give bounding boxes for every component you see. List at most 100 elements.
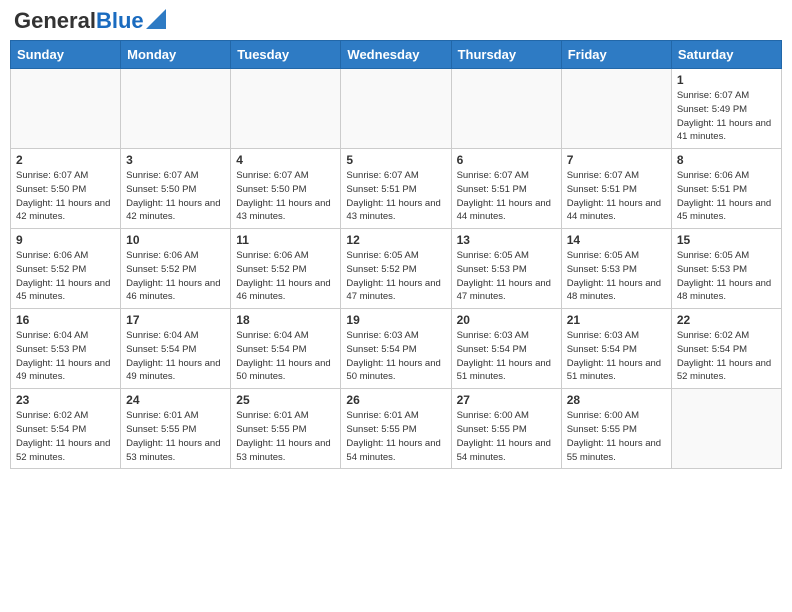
calendar-cell: 9 Sunrise: 6:06 AM Sunset: 5:52 PM Daylig… bbox=[11, 229, 121, 309]
day-info: Sunrise: 6:04 AM Sunset: 5:54 PM Dayligh… bbox=[236, 329, 335, 384]
day-number: 19 bbox=[346, 313, 445, 327]
day-info: Sunrise: 6:01 AM Sunset: 5:55 PM Dayligh… bbox=[126, 409, 225, 464]
day-number: 23 bbox=[16, 393, 115, 407]
calendar-cell: 21 Sunrise: 6:03 AM Sunset: 5:54 PM Dayli… bbox=[561, 309, 671, 389]
day-number: 1 bbox=[677, 73, 776, 87]
day-info: Sunrise: 6:06 AM Sunset: 5:52 PM Dayligh… bbox=[236, 249, 335, 304]
day-number: 8 bbox=[677, 153, 776, 167]
calendar-cell: 20 Sunrise: 6:03 AM Sunset: 5:54 PM Dayli… bbox=[451, 309, 561, 389]
day-number: 27 bbox=[457, 393, 556, 407]
weekday-header-thursday: Thursday bbox=[451, 41, 561, 69]
day-info: Sunrise: 6:02 AM Sunset: 5:54 PM Dayligh… bbox=[677, 329, 776, 384]
calendar-cell: 13Sunrise: 6:05 AM Sunset: 5:53 PM Dayli… bbox=[451, 229, 561, 309]
calendar-cell: 22 Sunrise: 6:02 AM Sunset: 5:54 PM Dayli… bbox=[671, 309, 781, 389]
day-info: Sunrise: 6:06 AM Sunset: 5:52 PM Dayligh… bbox=[16, 249, 115, 304]
day-info: Sunrise: 6:04 AM Sunset: 5:53 PM Dayligh… bbox=[16, 329, 115, 384]
day-info: Sunrise: 6:05 AM Sunset: 5:53 PM Dayligh… bbox=[677, 249, 776, 304]
day-number: 20 bbox=[457, 313, 556, 327]
day-number: 2 bbox=[16, 153, 115, 167]
day-info: Sunrise: 6:07 AM Sunset: 5:50 PM Dayligh… bbox=[126, 169, 225, 224]
day-info: Sunrise: 6:06 AM Sunset: 5:51 PM Dayligh… bbox=[677, 169, 776, 224]
day-number: 11 bbox=[236, 233, 335, 247]
calendar-cell: 14Sunrise: 6:05 AM Sunset: 5:53 PM Dayli… bbox=[561, 229, 671, 309]
weekday-header-tuesday: Tuesday bbox=[231, 41, 341, 69]
day-info: Sunrise: 6:07 AM Sunset: 5:51 PM Dayligh… bbox=[567, 169, 666, 224]
weekday-header-friday: Friday bbox=[561, 41, 671, 69]
calendar-cell: 7 Sunrise: 6:07 AM Sunset: 5:51 PM Daylig… bbox=[561, 149, 671, 229]
day-info: Sunrise: 6:01 AM Sunset: 5:55 PM Dayligh… bbox=[236, 409, 335, 464]
logo-general: General bbox=[14, 8, 96, 33]
calendar-week-row: 1 Sunrise: 6:07 AM Sunset: 5:49 PM Daylig… bbox=[11, 69, 782, 149]
logo-triangle-icon bbox=[146, 9, 166, 29]
day-info: Sunrise: 6:00 AM Sunset: 5:55 PM Dayligh… bbox=[457, 409, 556, 464]
calendar-cell: 19Sunrise: 6:03 AM Sunset: 5:54 PM Dayli… bbox=[341, 309, 451, 389]
calendar-cell: 8 Sunrise: 6:06 AM Sunset: 5:51 PM Daylig… bbox=[671, 149, 781, 229]
day-number: 10 bbox=[126, 233, 225, 247]
day-number: 7 bbox=[567, 153, 666, 167]
day-info: Sunrise: 6:03 AM Sunset: 5:54 PM Dayligh… bbox=[457, 329, 556, 384]
day-number: 16 bbox=[16, 313, 115, 327]
day-number: 9 bbox=[16, 233, 115, 247]
calendar-cell: 2Sunrise: 6:07 AM Sunset: 5:50 PM Daylig… bbox=[11, 149, 121, 229]
weekday-header-row: SundayMondayTuesdayWednesdayThursdayFrid… bbox=[11, 41, 782, 69]
day-number: 3 bbox=[126, 153, 225, 167]
calendar-cell: 11 Sunrise: 6:06 AM Sunset: 5:52 PM Dayli… bbox=[231, 229, 341, 309]
calendar-cell: 26 Sunrise: 6:01 AM Sunset: 5:55 PM Dayli… bbox=[341, 389, 451, 469]
weekday-header-saturday: Saturday bbox=[671, 41, 781, 69]
calendar-cell: 24Sunrise: 6:01 AM Sunset: 5:55 PM Dayli… bbox=[121, 389, 231, 469]
day-number: 25 bbox=[236, 393, 335, 407]
day-info: Sunrise: 6:03 AM Sunset: 5:54 PM Dayligh… bbox=[567, 329, 666, 384]
calendar-cell bbox=[451, 69, 561, 149]
calendar-cell bbox=[341, 69, 451, 149]
calendar-cell bbox=[671, 389, 781, 469]
weekday-header-monday: Monday bbox=[121, 41, 231, 69]
day-number: 21 bbox=[567, 313, 666, 327]
weekday-header-sunday: Sunday bbox=[11, 41, 121, 69]
calendar-cell bbox=[121, 69, 231, 149]
day-info: Sunrise: 6:04 AM Sunset: 5:54 PM Dayligh… bbox=[126, 329, 225, 384]
page-header: GeneralBlue bbox=[10, 10, 782, 32]
day-number: 18 bbox=[236, 313, 335, 327]
day-number: 15 bbox=[677, 233, 776, 247]
calendar-week-row: 23 Sunrise: 6:02 AM Sunset: 5:54 PM Dayli… bbox=[11, 389, 782, 469]
calendar-week-row: 2 Sunrise: 6:07 AM Sunset: 5:50 PM Daylig… bbox=[11, 149, 782, 229]
calendar-week-row: 9 Sunrise: 6:06 AM Sunset: 5:52 PM Daylig… bbox=[11, 229, 782, 309]
calendar-week-row: 16 Sunrise: 6:04 AM Sunset: 5:53 PM Dayli… bbox=[11, 309, 782, 389]
calendar-cell: 23 Sunrise: 6:02 AM Sunset: 5:54 PM Dayli… bbox=[11, 389, 121, 469]
logo-blue: Blue bbox=[96, 8, 144, 33]
day-info: Sunrise: 6:00 AM Sunset: 5:55 PM Dayligh… bbox=[567, 409, 666, 464]
calendar-cell: 6 Sunrise: 6:07 AM Sunset: 5:51 PM Daylig… bbox=[451, 149, 561, 229]
calendar-table: SundayMondayTuesdayWednesdayThursdayFrid… bbox=[10, 40, 782, 469]
calendar-cell: 16 Sunrise: 6:04 AM Sunset: 5:53 PM Dayli… bbox=[11, 309, 121, 389]
day-info: Sunrise: 6:06 AM Sunset: 5:52 PM Dayligh… bbox=[126, 249, 225, 304]
day-number: 4 bbox=[236, 153, 335, 167]
weekday-header-wednesday: Wednesday bbox=[341, 41, 451, 69]
day-number: 28 bbox=[567, 393, 666, 407]
calendar-cell: 3 Sunrise: 6:07 AM Sunset: 5:50 PM Daylig… bbox=[121, 149, 231, 229]
day-number: 5 bbox=[346, 153, 445, 167]
calendar-cell: 1 Sunrise: 6:07 AM Sunset: 5:49 PM Daylig… bbox=[671, 69, 781, 149]
day-info: Sunrise: 6:07 AM Sunset: 5:50 PM Dayligh… bbox=[236, 169, 335, 224]
logo: GeneralBlue bbox=[14, 10, 166, 32]
day-number: 26 bbox=[346, 393, 445, 407]
calendar-cell: 27 Sunrise: 6:00 AM Sunset: 5:55 PM Dayli… bbox=[451, 389, 561, 469]
day-number: 17 bbox=[126, 313, 225, 327]
calendar-cell: 17 Sunrise: 6:04 AM Sunset: 5:54 PM Dayli… bbox=[121, 309, 231, 389]
calendar-cell bbox=[231, 69, 341, 149]
day-info: Sunrise: 6:07 AM Sunset: 5:51 PM Dayligh… bbox=[346, 169, 445, 224]
calendar-cell: 15 Sunrise: 6:05 AM Sunset: 5:53 PM Dayli… bbox=[671, 229, 781, 309]
day-number: 6 bbox=[457, 153, 556, 167]
calendar-cell: 5 Sunrise: 6:07 AM Sunset: 5:51 PM Daylig… bbox=[341, 149, 451, 229]
calendar-cell: 28 Sunrise: 6:00 AM Sunset: 5:55 PM Dayli… bbox=[561, 389, 671, 469]
day-info: Sunrise: 6:01 AM Sunset: 5:55 PM Dayligh… bbox=[346, 409, 445, 464]
calendar-cell: 12Sunrise: 6:05 AM Sunset: 5:52 PM Dayli… bbox=[341, 229, 451, 309]
day-number: 12 bbox=[346, 233, 445, 247]
day-number: 14 bbox=[567, 233, 666, 247]
day-info: Sunrise: 6:05 AM Sunset: 5:53 PM Dayligh… bbox=[457, 249, 556, 304]
day-info: Sunrise: 6:07 AM Sunset: 5:51 PM Dayligh… bbox=[457, 169, 556, 224]
day-number: 22 bbox=[677, 313, 776, 327]
day-info: Sunrise: 6:07 AM Sunset: 5:49 PM Dayligh… bbox=[677, 89, 776, 144]
day-info: Sunrise: 6:02 AM Sunset: 5:54 PM Dayligh… bbox=[16, 409, 115, 464]
logo-text: GeneralBlue bbox=[14, 10, 144, 32]
calendar-cell: 18 Sunrise: 6:04 AM Sunset: 5:54 PM Dayli… bbox=[231, 309, 341, 389]
